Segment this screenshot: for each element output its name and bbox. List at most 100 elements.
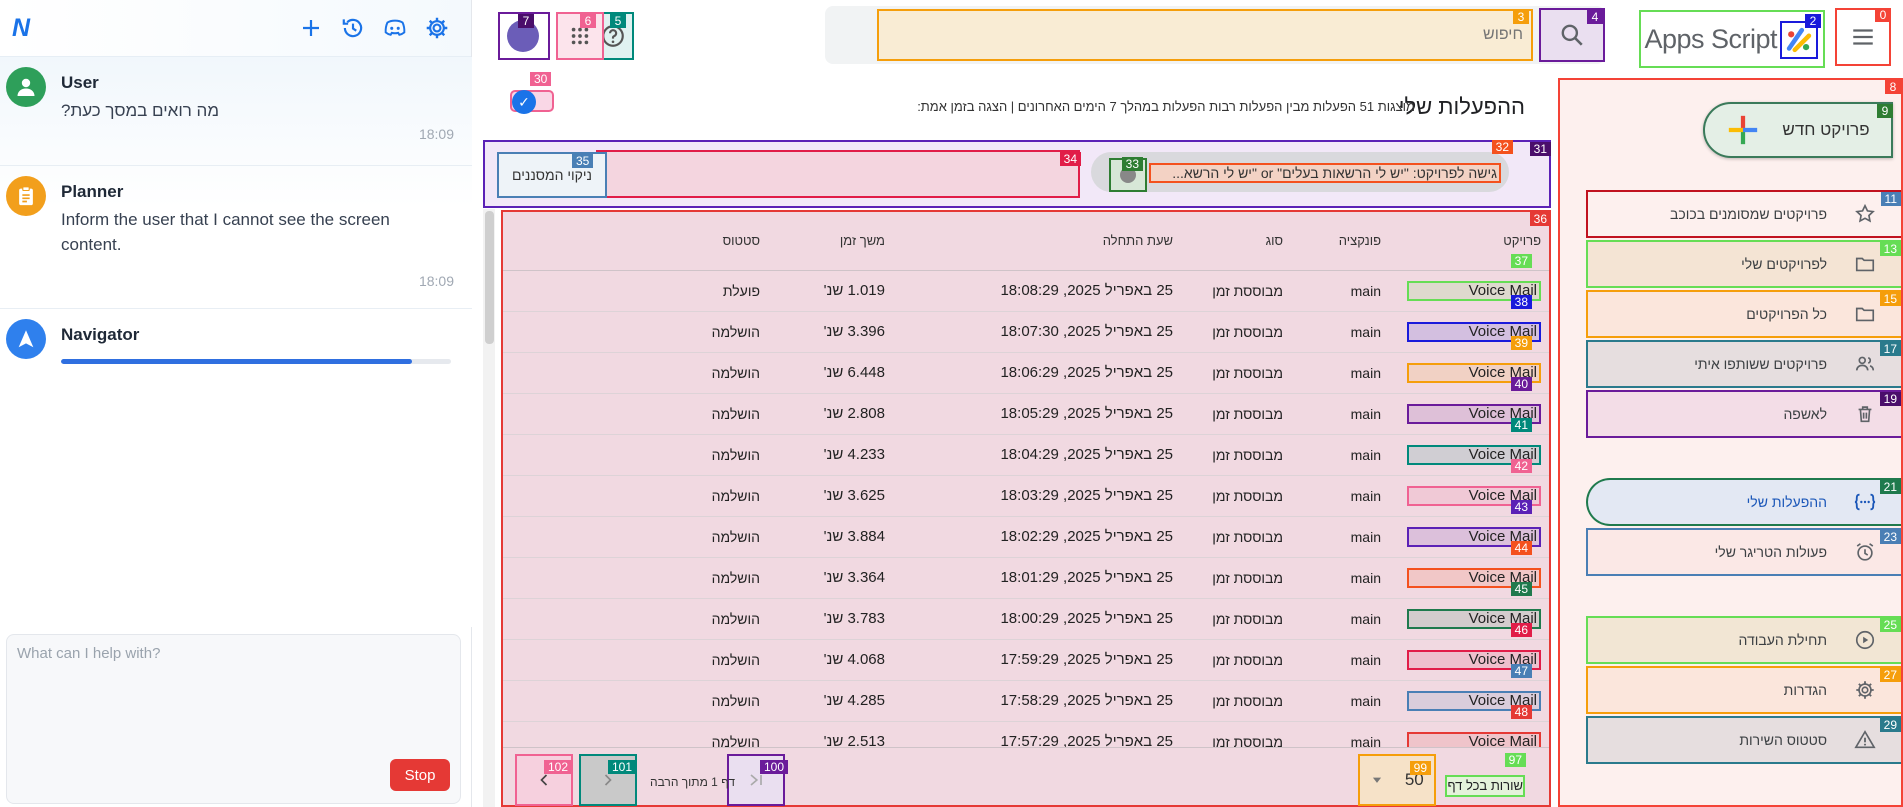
history-button[interactable] (333, 8, 373, 48)
filter-chip-text[interactable]: גישה לפרויקט: "יש לי הרשאות בעלים" or "י… (1149, 163, 1501, 183)
nav-trash[interactable]: לאשפה (1586, 390, 1901, 438)
cell-type: מבוססת זמן (1181, 598, 1291, 640)
settings-button[interactable] (417, 8, 457, 48)
cell-start-time: 25 באפריל 2025, 18:03:29 (893, 475, 1181, 517)
filter-input[interactable] (596, 150, 1080, 198)
column-header-status[interactable]: סטטוס (503, 212, 768, 271)
table-row[interactable]: Voice Mail main מבוססת זמן 25 באפריל 2025, … (503, 516, 1549, 558)
cell-duration: 3.884 שנ' (768, 516, 893, 558)
navigator-progress-fill (61, 359, 412, 364)
nav-label: הגדרות (1783, 682, 1827, 698)
table-row[interactable]: Voice Mail main מבוססת זמן 25 באפריל 2025, … (503, 352, 1549, 394)
cell-status: הושלמה (503, 680, 768, 722)
som-label: 38 (1510, 295, 1532, 309)
cell-type: מבוססת זמן (1181, 680, 1291, 722)
table-row[interactable]: Voice Mail main מבוססת זמן 25 באפריל 2025, … (503, 680, 1549, 722)
cell-duration: 6.448 שנ' (768, 352, 893, 394)
apps-grid-icon (571, 27, 589, 45)
nav-settings[interactable]: הגדרות (1586, 666, 1901, 714)
som-label: 19 (1879, 392, 1901, 406)
cell-duration: 1.019 שנ' (768, 270, 893, 312)
nav-starred-projects[interactable]: פרויקטים שמסומנים בכוכב (1586, 190, 1901, 238)
navigator-progress (61, 359, 451, 364)
nav-getting-started[interactable]: תחילת העבודה (1586, 616, 1901, 664)
table-row[interactable]: Voice Mail main מבוססת זמן 25 באפריל 2025, … (503, 598, 1549, 640)
som-label: 46 (1510, 623, 1532, 637)
gear-icon (426, 17, 448, 39)
som-label: 33 (1121, 157, 1143, 171)
som-label: 39 (1510, 336, 1532, 350)
search-input[interactable] (877, 9, 1533, 61)
nav-service-status[interactable]: סטטוס השירות (1586, 716, 1901, 764)
message-navigator: Navigator (0, 308, 472, 378)
assistant-toolbar: N (0, 0, 471, 57)
table-row[interactable]: Voice Mail main מבוססת זמן 25 באפריל 2025, … (503, 475, 1549, 517)
side-nav: פרויקט חדש פרויקטים שמסומנים בכוכב לפרוי… (1558, 78, 1903, 807)
som-label: 48 (1510, 705, 1532, 719)
trash-icon (1853, 402, 1877, 426)
new-chat-button[interactable] (291, 8, 331, 48)
column-header-start-time[interactable]: שעת התחלה (893, 212, 1181, 271)
som-label: 47 (1510, 664, 1532, 678)
som-label: 99 (1409, 761, 1431, 775)
som-label: 3 (1513, 10, 1529, 24)
filter-bar: גישה לפרויקט: "יש לי הרשאות בעלים" or "י… (483, 140, 1551, 208)
gear-icon (1853, 678, 1877, 702)
table-row[interactable]: Voice Mail main מבוססת זמן 25 באפריל 2025, … (503, 639, 1549, 681)
table-row[interactable]: Voice Mail main מבוססת זמן 25 באפריל 2025, … (503, 270, 1549, 312)
table-row[interactable]: Voice Mail main מבוססת זמן 25 באפריל 2025, … (503, 393, 1549, 435)
cell-function: main (1291, 352, 1389, 394)
table-row[interactable]: Voice Mail main מבוססת זמן 25 באפריל 2025, … (503, 311, 1549, 353)
som-label: 9 (1877, 104, 1893, 118)
table-row[interactable]: Voice Mail main מבוססת זמן 25 באפריל 2025, … (503, 434, 1549, 476)
brand-name: Apps Script (1644, 23, 1777, 54)
new-project-button[interactable]: פרויקט חדש (1703, 102, 1893, 158)
folder-icon (1853, 252, 1877, 276)
scrollbar-thumb[interactable] (485, 211, 494, 344)
column-header-duration[interactable]: משך זמן (768, 212, 893, 271)
cell-start-time: 25 באפריל 2025, 18:04:29 (893, 434, 1181, 476)
nav-label: ההפעלות שלי (1746, 494, 1827, 510)
cell-duration: 3.783 שנ' (768, 598, 893, 640)
nav-label: כל הפרויקטים (1746, 306, 1827, 322)
stop-button[interactable]: Stop (390, 759, 450, 791)
som-label: 15 (1879, 292, 1901, 306)
som-label: 37 (1510, 254, 1532, 268)
cell-type: מבוססת זמן (1181, 393, 1291, 435)
table-row[interactable]: Voice Mail main מבוססת זמן 25 באפריל 2025, … (503, 557, 1549, 599)
realtime-toggle[interactable]: ✓ (510, 90, 554, 114)
som-label: 0 (1875, 8, 1891, 22)
nav-my-triggers[interactable]: פעולות הטריגר שלי (1586, 528, 1901, 576)
som-label: 100 (760, 760, 789, 774)
cell-start-time: 25 באפריל 2025, 18:05:29 (893, 393, 1181, 435)
cell-duration: 2.808 שנ' (768, 393, 893, 435)
nav-my-executions[interactable]: ההפעלות שלי (1586, 478, 1901, 526)
cell-start-time: 25 באפריל 2025, 18:08:29 (893, 270, 1181, 312)
discord-button[interactable] (375, 8, 415, 48)
cell-function: main (1291, 393, 1389, 435)
cell-status: הושלמה (503, 598, 768, 640)
message-sender: User (61, 73, 99, 92)
cell-status: הושלמה (503, 639, 768, 681)
cell-type: מבוססת זמן (1181, 475, 1291, 517)
nav-all-projects[interactable]: כל הפרויקטים (1586, 290, 1901, 338)
som-label: 5 (610, 14, 626, 28)
som-label: 21 (1879, 480, 1901, 494)
column-header-type[interactable]: סוג (1181, 212, 1291, 271)
som-label: 36 (1529, 212, 1551, 226)
cell-status: הושלמה (503, 516, 768, 558)
column-header-function[interactable]: פונקציה (1291, 212, 1389, 271)
som-label: 40 (1510, 377, 1532, 391)
apps-script-page: Apps Script ההפעלות שלי מוצגות 51 הפעלות… (480, 0, 1903, 807)
filter-chip: גישה לפרויקט: "יש לי הרשאות בעלים" or "י… (1091, 152, 1509, 192)
executions-table: פרויקט פונקציה סוג שעת התחלה משך זמן סטט… (501, 210, 1551, 807)
chat-input[interactable] (17, 645, 447, 755)
scrollbar[interactable] (483, 209, 495, 807)
message-list: User ?מה רואים במסך כעת 18:09 Planner In… (0, 57, 472, 627)
som-label: 42 (1510, 459, 1532, 473)
nav-shared-projects[interactable]: פרויקטים ששותפו איתי (1586, 340, 1901, 388)
apps-script-brand[interactable]: Apps Script (1639, 10, 1825, 68)
cell-duration: 3.625 שנ' (768, 475, 893, 517)
nav-my-projects[interactable]: לפרויקטים שלי (1586, 240, 1901, 288)
cell-start-time: 25 באפריל 2025, 18:02:29 (893, 516, 1181, 558)
